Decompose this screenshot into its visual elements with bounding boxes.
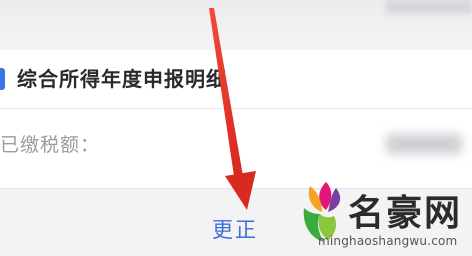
section-marker [0,68,5,90]
tax-paid-value-blurred [386,134,462,154]
annual-declaration-card: 综合所得年度申报明细 已缴税额： [0,50,472,189]
section-header: 综合所得年度申报明细 [0,50,472,109]
watermark-name: 名豪网 [348,193,463,234]
correct-button[interactable]: 更正 [212,214,258,244]
tax-paid-row: 已缴税额： [0,108,472,188]
blurred-content [386,0,472,14]
watermark-url: minghaoshangwu.com [318,234,458,248]
tax-paid-label: 已缴税额： [0,134,101,156]
previous-section-blur [0,0,472,44]
section-title: 综合所得年度申报明细 [17,67,227,91]
site-watermark: 名豪网 minghaoshangwu.com [296,178,472,256]
